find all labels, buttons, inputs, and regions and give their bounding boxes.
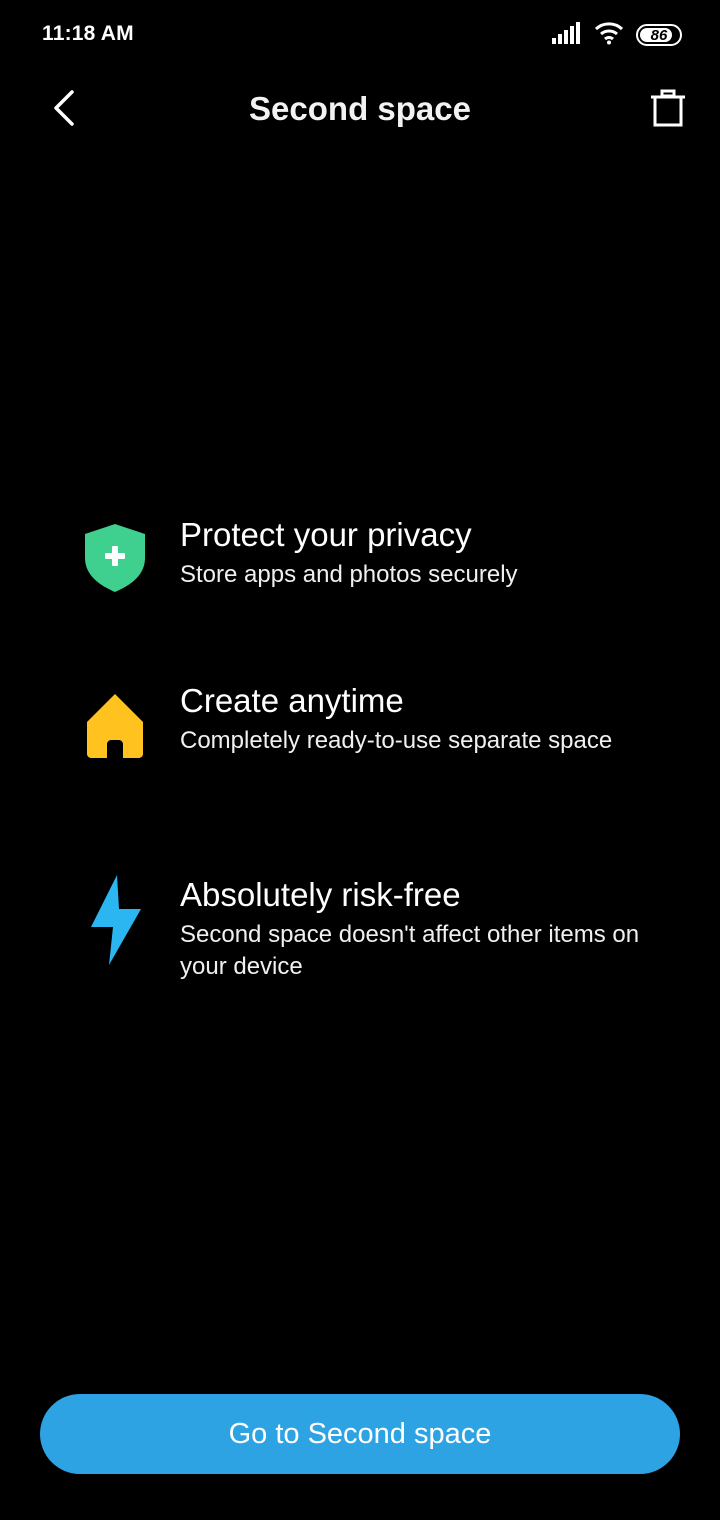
feature-text: Absolutely risk-free Second space doesn'…	[180, 875, 660, 983]
feature-description: Store apps and photos securely	[180, 561, 518, 588]
signal-icon	[552, 21, 582, 49]
trash-icon	[650, 89, 686, 132]
status-icons: 86	[552, 21, 682, 50]
go-to-second-space-button[interactable]: Go to Second space	[40, 1394, 680, 1474]
shield-plus-icon	[80, 513, 150, 603]
feature-text: Create anytime Completely ready-to-use s…	[180, 681, 660, 757]
feature-title: Protect your privacy	[180, 516, 472, 553]
feature-description: Second space doesn't affect other items …	[180, 921, 640, 980]
feature-title: Create anytime	[180, 682, 404, 719]
page-title: Second space	[249, 90, 471, 127]
feature-title: Absolutely risk-free	[180, 876, 461, 913]
feature-text: Protect your privacy Store apps and phot…	[180, 515, 660, 591]
status-time: 11:18 AM	[42, 22, 134, 45]
feature-description: Completely ready-to-use separate space	[180, 727, 613, 754]
screen: 11:18 AM 86 Second space Protect your pr…	[0, 0, 720, 1520]
header: Second space	[0, 70, 720, 150]
delete-button[interactable]	[638, 80, 698, 140]
wifi-icon	[594, 21, 624, 50]
lightning-icon	[80, 875, 150, 965]
status-bar: 11:18 AM 86	[0, 0, 720, 70]
battery-icon: 86	[636, 24, 682, 46]
battery-level: 86	[650, 26, 668, 44]
home-icon	[80, 681, 150, 771]
